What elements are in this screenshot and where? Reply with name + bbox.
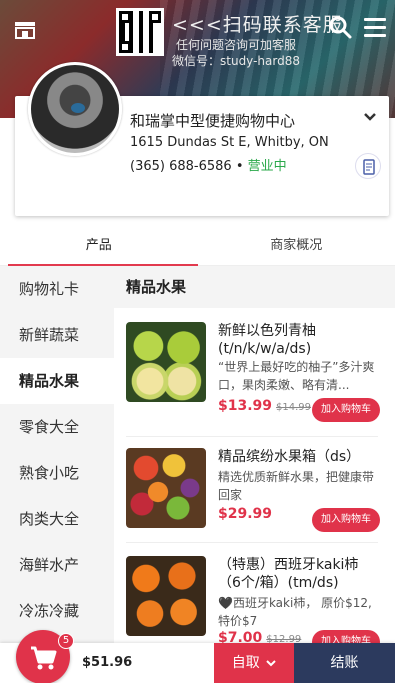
pickup-label: 自取 xyxy=(231,655,260,671)
banner-wechat-text: 微信号：study-hard88 xyxy=(172,54,300,68)
store-avatar xyxy=(28,62,122,156)
product-title[interactable]: 新鲜以色列青柚(t/n/k/w/a/ds) xyxy=(218,322,380,358)
sidebar-item-seafood[interactable]: 海鲜水产 xyxy=(0,542,114,588)
product-list: 精品水果 新鲜以色列青柚(t/n/k/w/a/ds) “世界上最好吃的柚子”多汁… xyxy=(114,266,395,646)
store-phone-line: (365) 688-6586 • 营业中 xyxy=(130,155,287,174)
checkout-button[interactable]: 结账 xyxy=(294,643,395,683)
sidebar-item-snacks[interactable]: 零食大全 xyxy=(0,404,114,450)
store-icon[interactable] xyxy=(13,20,37,40)
product-image-kaki-persimmon[interactable] xyxy=(126,556,206,636)
sidebar-item-gift-cards[interactable]: 购物礼卡 xyxy=(0,266,114,312)
cart-total: $51.96 xyxy=(82,655,133,670)
product-description: “世界上最好吃的柚子”多汁爽口，果肉柔嫩、略有清... xyxy=(218,360,375,392)
store-phone[interactable]: (365) 688-6586 xyxy=(130,159,232,174)
search-icon[interactable] xyxy=(327,14,353,40)
product-item[interactable]: （特惠）西班牙kaki柿（6个/箱）(tm/ds) 🖤西班牙kaki柿， 原价$… xyxy=(126,556,380,646)
product-price: $13.99 $14.99 xyxy=(218,398,312,414)
document-icon[interactable] xyxy=(355,153,381,179)
tab-merchant-overview[interactable]: 商家概况 xyxy=(198,228,395,265)
product-title[interactable]: （特惠）西班牙kaki柿（6个/箱）(tm/ds) xyxy=(218,556,380,592)
qr-code-image xyxy=(116,8,164,56)
divider xyxy=(126,436,378,437)
product-old-price: $14.99 xyxy=(276,402,312,413)
product-description: 🖤西班牙kaki柿， 原价$12,特价$7 xyxy=(218,596,372,628)
sidebar-item-meat[interactable]: 肉类大全 xyxy=(0,496,114,542)
product-description: 精选优质新鲜水果，把健康带回家 xyxy=(218,470,375,502)
menu-icon[interactable] xyxy=(364,18,386,38)
add-to-cart-button[interactable]: 加入购物车 xyxy=(312,398,380,422)
divider xyxy=(126,542,378,543)
store-address: 1615 Dundas St E, Whitby, ON xyxy=(130,135,329,150)
store-name: 和瑞掌中型便捷购物中心 xyxy=(130,112,296,130)
status-separator: • xyxy=(235,159,244,174)
product-item[interactable]: 精品缤纷水果箱（ds） 精选优质新鲜水果，把健康带回家 $29.99 加入购物车 xyxy=(126,448,380,548)
section-title: 精品水果 xyxy=(114,266,395,308)
category-sidebar: 购物礼卡 新鲜蔬菜 精品水果 零食大全 熟食小吃 肉类大全 海鲜水产 冷冻冷藏 xyxy=(0,266,114,646)
cart-count-badge: 5 xyxy=(58,633,74,649)
sidebar-item-frozen[interactable]: 冷冻冷藏 xyxy=(0,588,114,634)
sidebar-item-fruits[interactable]: 精品水果 xyxy=(0,358,114,404)
pickup-dropdown-button[interactable]: 自取 xyxy=(214,643,294,683)
tab-bar: 产品 商家概况 xyxy=(0,228,395,266)
product-image-fruit-box[interactable] xyxy=(126,448,206,528)
banner-consult-text: 任何问题咨询可加客服 xyxy=(176,38,297,52)
chevron-down-icon xyxy=(266,660,276,667)
product-title[interactable]: 精品缤纷水果箱（ds） xyxy=(218,448,380,466)
banner-contact-text: <<<扫码联系客服 xyxy=(172,14,343,36)
product-item[interactable]: 新鲜以色列青柚(t/n/k/w/a/ds) “世界上最好吃的柚子”多汁爽口，果肉… xyxy=(126,322,380,422)
product-price: $29.99 xyxy=(218,506,273,522)
add-to-cart-button[interactable]: 加入购物车 xyxy=(312,508,380,532)
tab-products[interactable]: 产品 xyxy=(0,228,198,266)
store-status-badge: 营业中 xyxy=(247,159,287,174)
sidebar-item-deli[interactable]: 熟食小吃 xyxy=(0,450,114,496)
product-image-pomelo[interactable] xyxy=(126,322,206,402)
chevron-down-icon[interactable] xyxy=(363,110,377,124)
sidebar-item-vegetables[interactable]: 新鲜蔬菜 xyxy=(0,312,114,358)
